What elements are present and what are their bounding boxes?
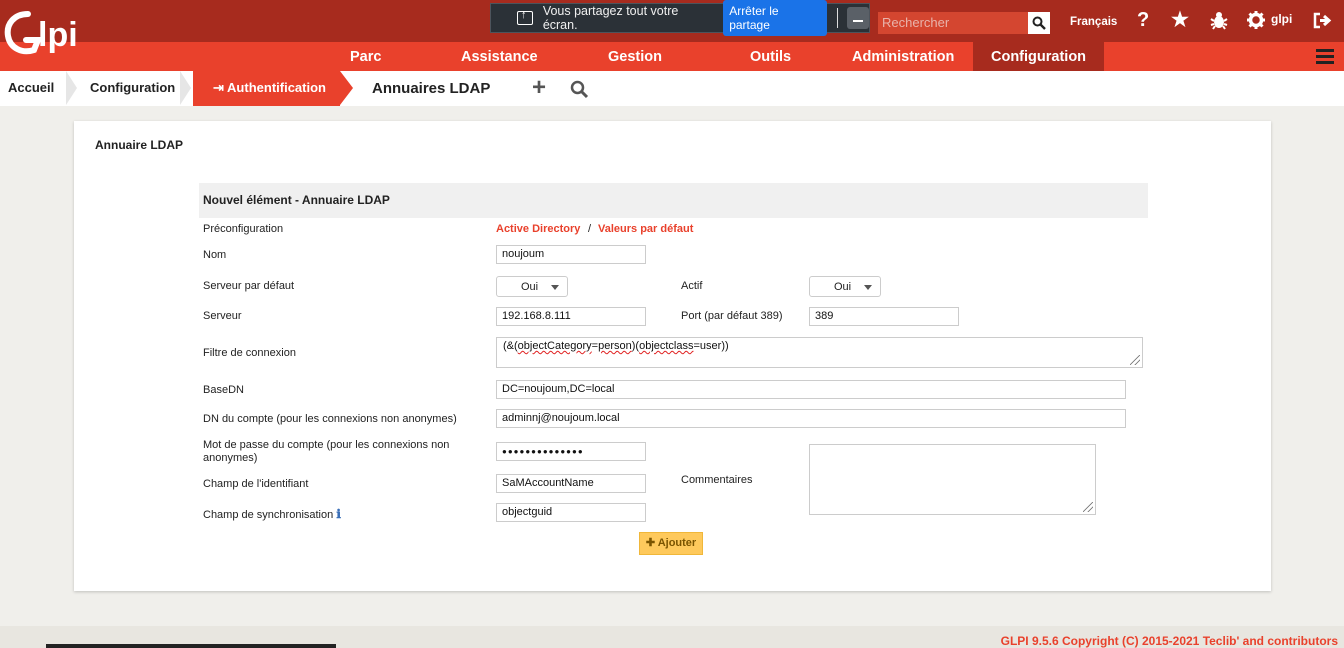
star-icon[interactable]: ★ (1171, 9, 1189, 31)
preconfig-active-directory-link[interactable]: Active Directory (496, 223, 580, 235)
share-divider (837, 8, 839, 28)
search-button[interactable] (1028, 12, 1050, 34)
label-port: Port (par défaut 389) (681, 310, 783, 322)
label-serveur: Serveur (203, 310, 242, 322)
label-dn-compte: DN du compte (pour les connexions non an… (203, 413, 457, 425)
serveur-par-defaut-select[interactable]: Oui (496, 276, 568, 297)
preconfig-defaults-link[interactable]: Valeurs par défaut (598, 223, 693, 235)
label-nom: Nom (203, 249, 227, 261)
help-icon[interactable]: ? (1137, 9, 1149, 31)
label-mot-de-passe-line1: Mot de passe du compte (pour les connexi… (203, 439, 450, 451)
port-field[interactable]: 389 (809, 307, 959, 326)
basedn-field[interactable]: DC=noujoum,DC=local (496, 380, 1126, 399)
language-selector[interactable]: Français (1070, 16, 1117, 28)
menu-configuration[interactable]: Configuration (973, 42, 1105, 71)
screen-share-bar: Vous partagez tout votre écran. Arrêter … (490, 0, 870, 36)
menu-parc[interactable]: Parc (350, 42, 381, 71)
add-icon[interactable]: + (532, 76, 546, 100)
page-title: Annuaires LDAP (372, 80, 491, 97)
user-menu[interactable]: glpi (1271, 12, 1292, 26)
plus-icon: ✚ (645, 537, 656, 549)
top-header: lpi Vous partagez tout votre écran. Arrê… (0, 0, 1344, 55)
serveur-par-defaut-value: Oui (521, 281, 539, 293)
taskbar-strip (46, 644, 336, 648)
menu-administration[interactable]: Administration (852, 42, 954, 71)
label-basedn: BaseDN (203, 384, 244, 396)
glpi-logo[interactable]: lpi (4, 4, 100, 64)
password-field[interactable]: ●●●●●●●●●●●●●● (496, 442, 646, 461)
ldap-form-card: Annuaire LDAP Nouvel élément - Annuaire … (74, 121, 1271, 591)
actif-value: Oui (834, 281, 852, 293)
filtre-text-part: =user)) (693, 340, 729, 352)
nom-field[interactable]: noujoum (496, 245, 646, 264)
breadcrumb-authentification[interactable]: ⇥ Authentification (193, 71, 340, 106)
label-preconfiguration: Préconfiguration (203, 223, 284, 235)
filtre-text-part: objectclass (639, 340, 694, 352)
logout-icon[interactable] (1313, 12, 1333, 29)
hamburger-menu-icon[interactable] (1316, 49, 1334, 64)
filtre-connexion-textarea[interactable]: (&(objectCategory=person)(objectclass=us… (496, 337, 1143, 368)
filtre-text-part: person (598, 340, 632, 352)
info-icon[interactable]: ℹ (336, 507, 341, 521)
gear-icon[interactable] (1247, 11, 1265, 29)
form-header: Nouvel élément - Annuaire LDAP (199, 183, 1148, 218)
filtre-text-part: (&( (503, 340, 518, 352)
menu-outils[interactable]: Outils (750, 42, 791, 71)
search-input[interactable]: Rechercher (878, 12, 1028, 34)
breadcrumb-separator (180, 71, 191, 105)
add-button[interactable]: ✚ Ajouter (639, 532, 703, 555)
serveur-field[interactable]: 192.168.8.111 (496, 307, 646, 326)
menu-gestion[interactable]: Gestion (608, 42, 662, 71)
card-title: Annuaire LDAP (95, 138, 184, 152)
main-menu: Parc Assistance Gestion Outils Administr… (0, 42, 1344, 71)
label-commentaires: Commentaires (681, 474, 753, 486)
preconfig-separator: / (588, 223, 592, 235)
resize-handle-icon[interactable] (1130, 355, 1140, 365)
footer-copyright[interactable]: GLPI 9.5.6 Copyright (C) 2015-2021 Tecli… (1001, 634, 1338, 648)
label-champ-synchronisation: Champ de synchronisation ℹ (203, 507, 341, 521)
stop-sharing-button[interactable]: Arrêter le partage (723, 0, 828, 36)
label-mot-de-passe-line2: anonymes) (203, 452, 258, 464)
commentaires-textarea[interactable] (809, 444, 1096, 515)
champ-sync-field[interactable]: objectguid (496, 503, 646, 522)
dn-compte-field[interactable]: adminnj@noujoum.local (496, 409, 1126, 428)
label-filtre-connexion: Filtre de connexion (203, 347, 296, 359)
chevron-down-icon (551, 285, 559, 290)
search-icon (1032, 16, 1046, 30)
label-actif: Actif (681, 280, 703, 292)
breadcrumb-separator (66, 71, 77, 105)
sign-in-icon: ⇥ (213, 80, 224, 95)
add-button-label: Ajouter (657, 537, 697, 549)
label-champ-identifiant: Champ de l'identifiant (203, 478, 309, 490)
share-message: Vous partagez tout votre écran. (542, 4, 679, 32)
actif-select[interactable]: Oui (809, 276, 881, 297)
bug-icon[interactable] (1209, 11, 1229, 31)
filtre-text-part: )( (631, 340, 640, 352)
share-screen-icon (517, 9, 533, 25)
minimize-share-button[interactable] (847, 7, 869, 29)
breadcrumb-active-label: Authentification (227, 80, 326, 95)
svg-text:lpi: lpi (38, 16, 78, 54)
breadcrumb-active-arrow (340, 71, 353, 105)
label-champ-sync-text: Champ de synchronisation (203, 509, 334, 521)
resize-handle-icon[interactable] (1083, 502, 1093, 512)
breadcrumb: Accueil Configuration ⇥ Authentification… (0, 71, 1344, 106)
menu-assistance[interactable]: Assistance (461, 42, 538, 71)
label-serveur-par-defaut: Serveur par défaut (203, 280, 295, 292)
filtre-text-part: objectCategory (517, 340, 592, 352)
champ-identifiant-field[interactable]: SaMAccountName (496, 474, 646, 493)
breadcrumb-configuration[interactable]: Configuration (90, 71, 175, 106)
breadcrumb-accueil[interactable]: Accueil (8, 71, 54, 106)
label-mot-de-passe: Mot de passe du compte (pour les connexi… (203, 439, 449, 465)
chevron-down-icon (864, 285, 872, 290)
search-list-icon[interactable] (570, 80, 589, 99)
